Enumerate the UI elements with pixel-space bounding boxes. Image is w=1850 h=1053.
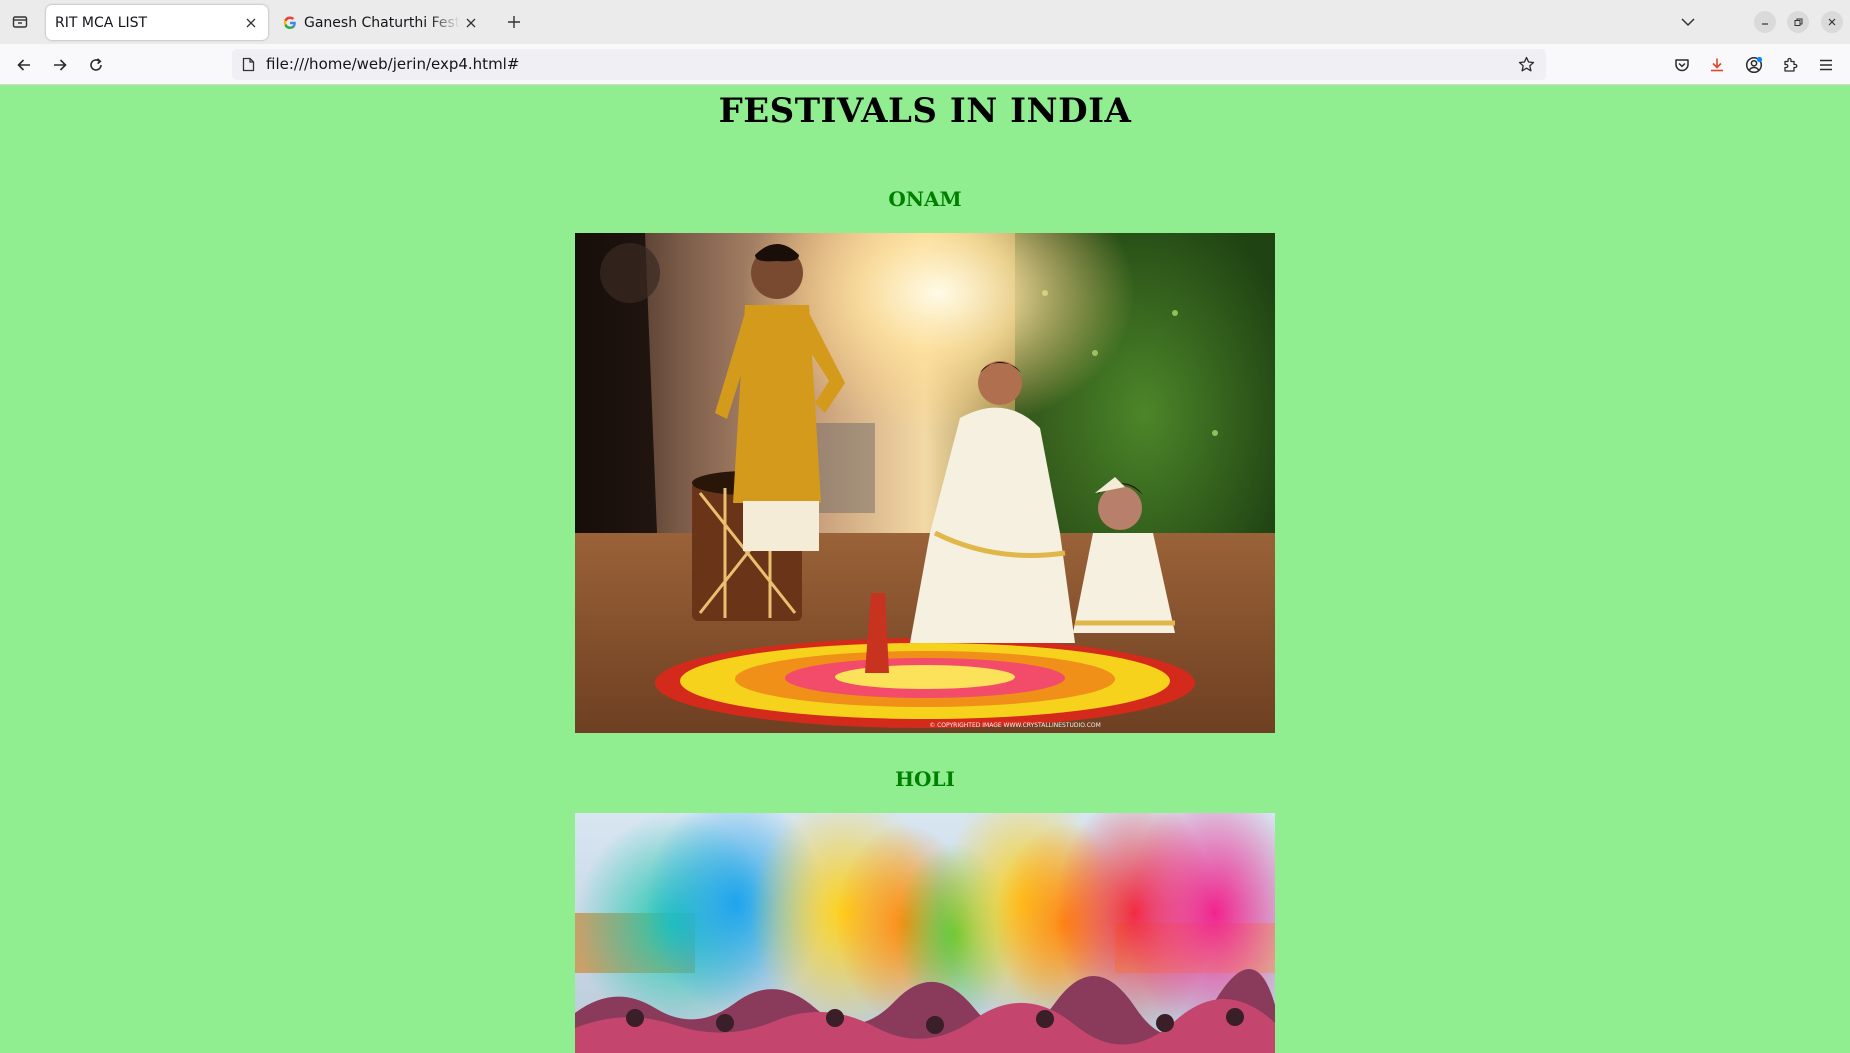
close-tab-icon[interactable]: [460, 12, 482, 34]
account-button[interactable]: [1741, 52, 1767, 78]
navigation-toolbar: file:///home/web/jerin/exp4.html#: [0, 44, 1850, 85]
new-tab-button[interactable]: [502, 10, 526, 34]
account-icon: [1745, 56, 1763, 74]
pocket-icon: [1675, 59, 1689, 72]
page-viewport: FESTIVALS IN INDIA ONAM © COPYRIGHTED IM…: [0, 85, 1850, 1053]
restore-icon: [1787, 11, 1809, 33]
forward-button[interactable]: [47, 52, 73, 78]
hamburger-menu-icon: [1820, 59, 1832, 71]
close-icon: [1821, 11, 1843, 33]
extensions-button[interactable]: [1777, 52, 1803, 78]
tab-title: Ganesh Chaturthi Festiva: [304, 14, 460, 31]
url-text[interactable]: file:///home/web/jerin/exp4.html#: [266, 55, 519, 73]
festival-heading-onam: ONAM: [888, 187, 962, 211]
minimize-icon: [1754, 11, 1776, 33]
image-watermark: © COPYRIGHTED IMAGE WWW.CRYSTALLINESTUDI…: [929, 722, 1101, 729]
tab-title: RIT MCA LIST: [55, 14, 148, 31]
festival-heading-holi: HOLI: [895, 767, 955, 791]
tab-strip: RIT MCA LIST Ganesh Chaturthi Festiva: [0, 0, 1850, 44]
tab-ganesh-chaturthi[interactable]: Ganesh Chaturthi Festiva: [276, 5, 488, 40]
tab-list-icon[interactable]: [8, 10, 32, 34]
puzzle-icon: [1784, 57, 1798, 72]
tab-overflow-button[interactable]: [1676, 10, 1700, 34]
close-window-button[interactable]: [1820, 10, 1844, 34]
downloads-button[interactable]: [1704, 52, 1730, 78]
tab-rit-mca-list[interactable]: RIT MCA LIST: [46, 5, 268, 40]
address-bar[interactable]: file:///home/web/jerin/exp4.html#: [232, 49, 1546, 80]
reload-icon: [90, 58, 102, 71]
minimize-button[interactable]: [1753, 10, 1777, 34]
page-title: FESTIVALS IN INDIA: [718, 91, 1132, 131]
page-icon: [240, 56, 257, 73]
reload-button[interactable]: [83, 52, 109, 78]
pocket-button[interactable]: [1669, 52, 1695, 78]
back-button[interactable]: [11, 52, 37, 78]
app-menu-button[interactable]: [1813, 52, 1839, 78]
holi-image: [575, 813, 1275, 1053]
close-tab-icon[interactable]: [240, 12, 262, 34]
plus-icon: [508, 16, 520, 28]
arrow-right-icon: [54, 59, 67, 71]
download-icon: [1711, 58, 1723, 72]
chevron-down-icon: [1681, 17, 1695, 26]
google-favicon-icon: [282, 15, 298, 31]
arrow-left-icon: [17, 59, 30, 71]
onam-image: © COPYRIGHTED IMAGE WWW.CRYSTALLINESTUDI…: [575, 233, 1275, 733]
star-icon[interactable]: [1517, 55, 1536, 74]
restore-button[interactable]: [1786, 10, 1810, 34]
